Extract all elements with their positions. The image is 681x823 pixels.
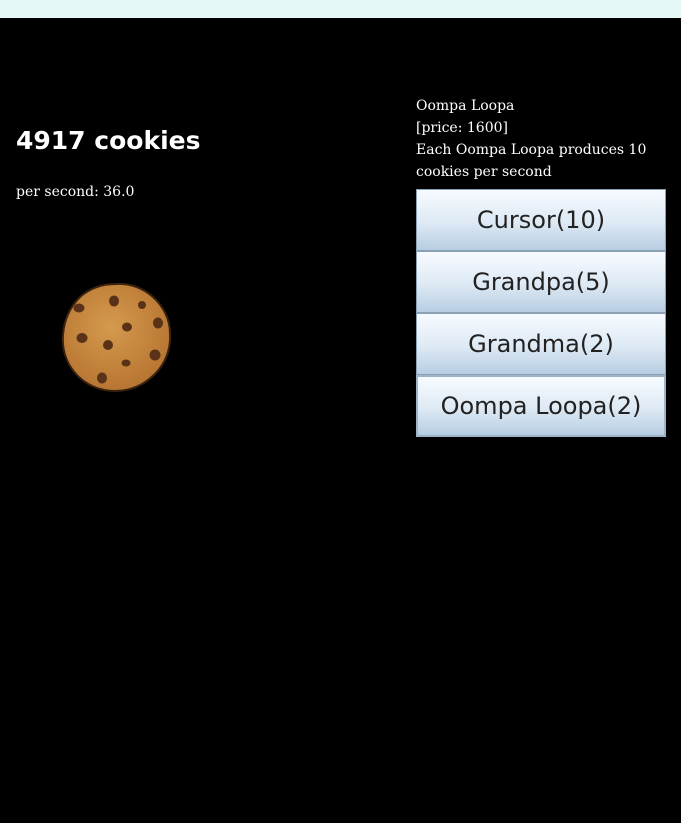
buy-grandma-button[interactable]: Grandma(2) (416, 313, 666, 375)
item-price: [price: 1600] (416, 120, 508, 136)
buy-cursor-button[interactable]: Cursor(10) (416, 189, 666, 251)
buy-oompa-loopa-button[interactable]: Oompa Loopa(2) (416, 375, 666, 437)
buy-grandpa-button[interactable]: Grandpa(5) (416, 251, 666, 313)
item-name: Oompa Loopa (416, 98, 515, 114)
cookie-count: 4917 cookies (16, 126, 201, 155)
cookie-icon[interactable] (60, 281, 173, 394)
item-info: Oompa Loopa [price: 1600] Each Oompa Loo… (416, 95, 666, 183)
cookies-per-second: per second: 36.0 (16, 184, 135, 200)
shop-list: Cursor(10) Grandpa(5) Grandma(2) Oompa L… (416, 189, 666, 437)
item-description: Each Oompa Loopa produces 10 cookies per… (416, 142, 647, 180)
browser-top-strip (0, 0, 681, 18)
game-area: 4917 cookies per second: 36.0 Oompa Loop… (0, 18, 681, 823)
